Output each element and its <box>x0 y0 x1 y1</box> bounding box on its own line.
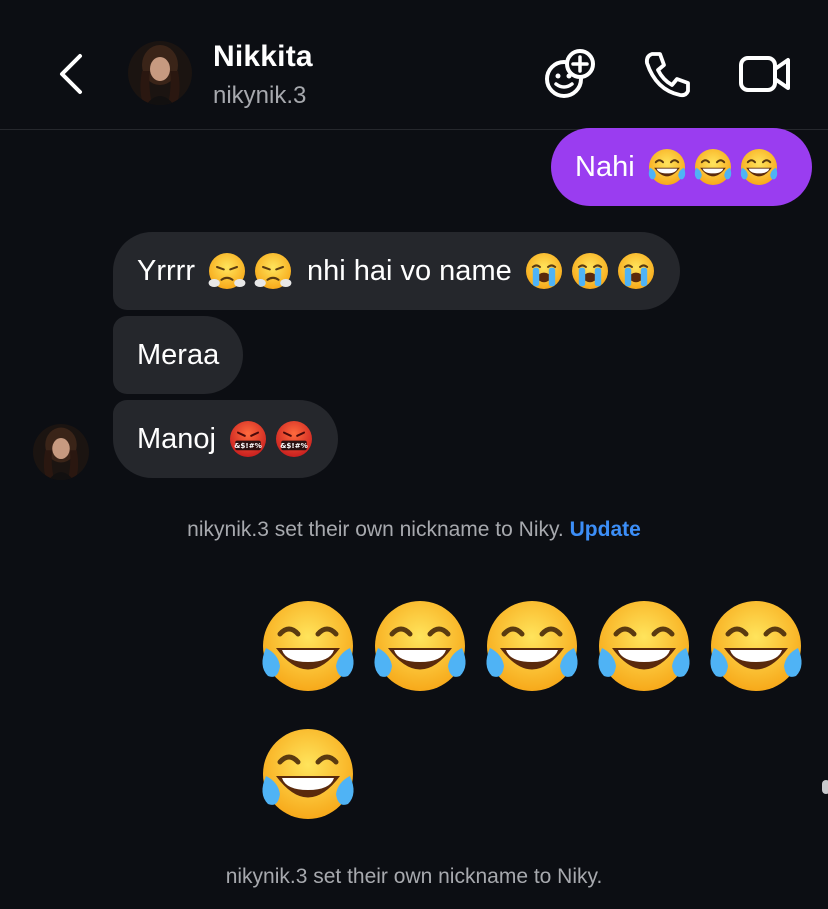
sender-avatar[interactable] <box>33 424 89 480</box>
audio-call-button[interactable] <box>642 48 692 100</box>
tears-of-joy-icon <box>368 596 472 696</box>
loudly-crying-icon <box>524 251 564 291</box>
steam-from-nose-icon <box>207 251 247 291</box>
tears-of-joy-icon <box>647 147 687 187</box>
chat-screen: Nikkita nikynik.3 Nahi Yrrrr nhi hai vo … <box>0 0 828 909</box>
incoming-message[interactable]: Meraa <box>113 316 244 394</box>
steam-from-nose-icon <box>253 251 293 291</box>
scroll-indicator[interactable] <box>822 780 828 794</box>
loudly-crying-icon <box>570 251 610 291</box>
chat-header: Nikkita nikynik.3 <box>0 0 828 130</box>
tears-of-joy-icon <box>256 596 360 696</box>
incoming-message[interactable]: Yrrrr nhi hai vo name <box>113 232 680 310</box>
outgoing-message[interactable]: Nahi <box>551 128 812 206</box>
contact-avatar[interactable] <box>128 41 192 105</box>
effects-button[interactable] <box>544 48 596 100</box>
tears-of-joy-icon <box>592 596 696 696</box>
incoming-message[interactable]: Manoj <box>113 400 338 478</box>
avatar-image <box>128 41 192 105</box>
back-chevron-icon <box>60 54 82 94</box>
avatar-image <box>33 424 89 480</box>
tears-of-joy-icon <box>480 596 584 696</box>
tears-of-joy-icon <box>704 596 808 696</box>
message-text: Yrrrr <box>137 254 195 287</box>
face-with-symbols-icon <box>274 419 314 459</box>
message-text: nhi hai vo name <box>306 254 512 287</box>
tears-of-joy-icon <box>739 147 779 187</box>
system-notice: nikynik.3 set their own nickname to Niky… <box>0 865 828 889</box>
effects-icon <box>545 49 595 98</box>
message-text: Manoj <box>137 422 216 455</box>
face-with-symbols-icon <box>228 419 268 459</box>
notice-text: nikynik.3 set their own nickname to Niky… <box>225 865 603 888</box>
message-text: Nahi <box>575 150 635 183</box>
contact-name[interactable]: Nikkita <box>213 40 313 74</box>
video-call-button[interactable] <box>738 48 792 100</box>
contact-handle[interactable]: nikynik.3 <box>213 82 306 110</box>
message-text: Meraa <box>137 338 220 371</box>
update-link[interactable]: Update <box>570 518 641 541</box>
phone-icon <box>644 52 690 98</box>
loudly-crying-icon <box>616 251 656 291</box>
video-camera-icon <box>739 56 790 92</box>
tears-of-joy-icon <box>256 724 360 824</box>
tears-of-joy-icon <box>693 147 733 187</box>
notice-text: nikynik.3 set their own nickname to Niky… <box>187 518 564 541</box>
system-notice: nikynik.3 set their own nickname to Niky… <box>0 518 828 542</box>
back-button[interactable] <box>52 52 92 96</box>
